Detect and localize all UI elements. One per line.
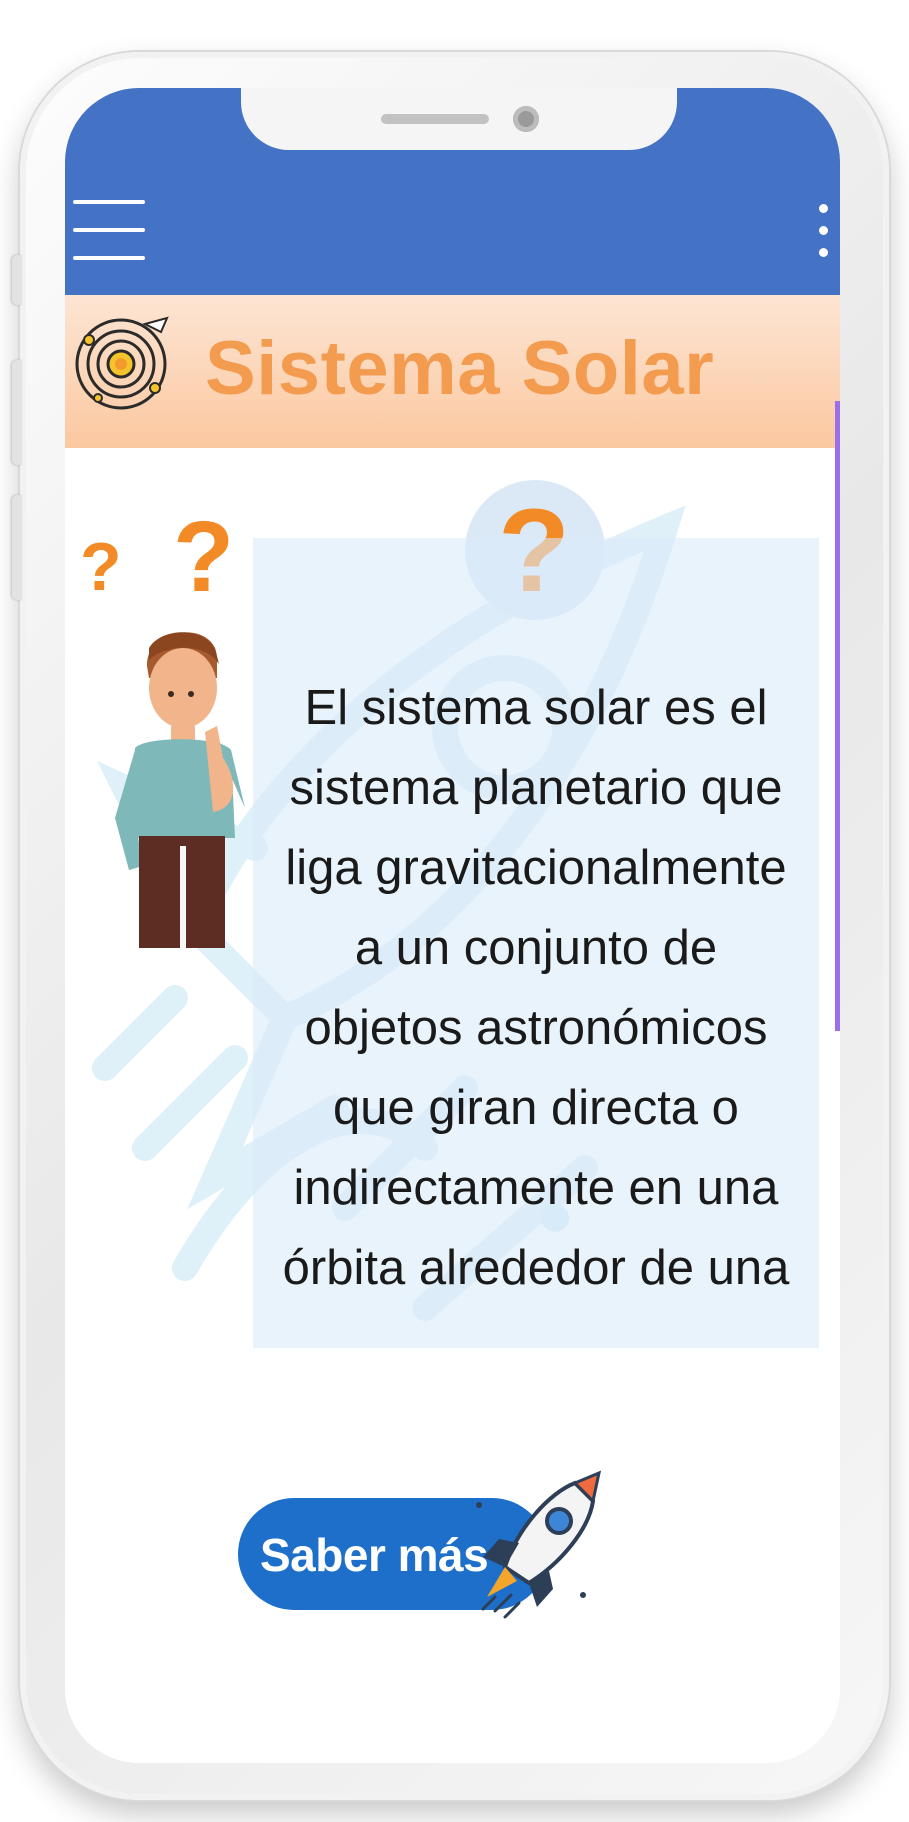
info-text-line: sistema planetario que — [289, 761, 783, 815]
info-text: El sistema solar es el sistema planetari… — [253, 668, 819, 1308]
info-text-line: órbita alrededor de una — [282, 1241, 790, 1295]
top-app-bar — [65, 88, 840, 295]
info-text-line: a un conjunto de — [354, 921, 718, 975]
info-text-line: El sistema solar es el — [304, 681, 768, 735]
phone-notch — [241, 88, 677, 150]
info-text-line: liga gravitacionalmente — [285, 841, 787, 895]
phone-screen: Sistema Solar ? ? ? El sistema solar es … — [65, 88, 840, 1763]
page-title: Sistema Solar — [205, 326, 715, 411]
rocket-icon[interactable] — [465, 1463, 615, 1623]
section-header: Sistema Solar — [65, 295, 840, 448]
info-text-line: que giran directa o — [333, 1081, 739, 1135]
info-text-line: objetos astronómicos — [304, 1001, 768, 1055]
front-camera — [513, 106, 539, 132]
question-mark-medium: ? — [173, 501, 235, 613]
speaker-grille — [381, 114, 489, 124]
info-card: El sistema solar es el sistema planetari… — [253, 538, 819, 1348]
hamburger-menu-icon[interactable] — [73, 196, 145, 266]
info-text-line: indirectamente en una — [293, 1161, 779, 1215]
phone-side-button-volume-up — [12, 360, 22, 465]
scroll-indicator[interactable] — [835, 401, 840, 1031]
question-mark-small: ? — [80, 529, 122, 605]
solar-system-orbit-icon — [75, 316, 169, 410]
more-vertical-icon[interactable] — [814, 202, 832, 260]
thinking-person-icon — [115, 632, 245, 948]
saber-mas-label: Saber más — [260, 1529, 489, 1581]
phone-side-button-volume-down — [12, 495, 22, 600]
phone-side-button-mute — [12, 255, 22, 305]
